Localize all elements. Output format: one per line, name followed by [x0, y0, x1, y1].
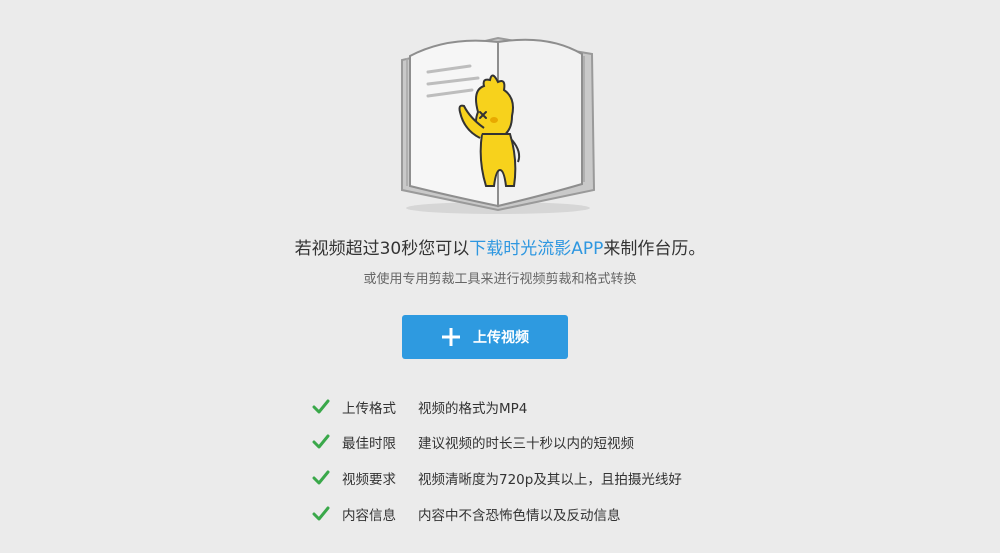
requirement-label: 上传格式: [342, 401, 396, 417]
download-app-link[interactable]: 下载时光流影APP: [469, 239, 603, 259]
headline-text-before: 若视频超过30秒您可以: [294, 239, 470, 259]
requirement-item-content: 内容信息 内容中不含恐怖色情以及反动信息: [312, 502, 621, 526]
requirement-value: 建议视频的时长三十秒以内的短视频: [418, 436, 634, 452]
requirement-value: 视频的格式为MP4: [418, 401, 528, 417]
upload-video-button[interactable]: 上传视频: [402, 315, 568, 359]
requirement-item-format: 上传格式 视频的格式为MP4: [312, 395, 527, 419]
requirement-label: 最佳时限: [342, 436, 396, 452]
check-icon: [312, 434, 330, 449]
check-icon: [312, 506, 330, 521]
requirement-value: 视频清晰度为720p及其以上，且拍摄光线好: [418, 472, 682, 488]
plus-icon: [442, 328, 460, 346]
requirement-item-duration: 最佳时限 建议视频的时长三十秒以内的短视频: [312, 430, 634, 454]
check-icon: [312, 470, 330, 485]
requirement-label: 视频要求: [342, 472, 396, 488]
subline: 或使用专用剪裁工具来进行视频剪裁和格式转换: [363, 272, 637, 287]
check-icon: [312, 399, 330, 414]
requirement-label: 内容信息: [342, 508, 396, 524]
book-mascot-illustration: [401, 36, 596, 214]
upload-video-label: 上传视频: [473, 330, 529, 346]
requirement-value: 内容中不含恐怖色情以及反动信息: [418, 508, 621, 524]
headline-text-after: 来制作台历。: [603, 239, 706, 259]
requirement-item-quality: 视频要求 视频清晰度为720p及其以上，且拍摄光线好: [312, 466, 682, 490]
headline: 若视频超过30秒您可以下载时光流影APP来制作台历。: [0, 236, 1000, 262]
